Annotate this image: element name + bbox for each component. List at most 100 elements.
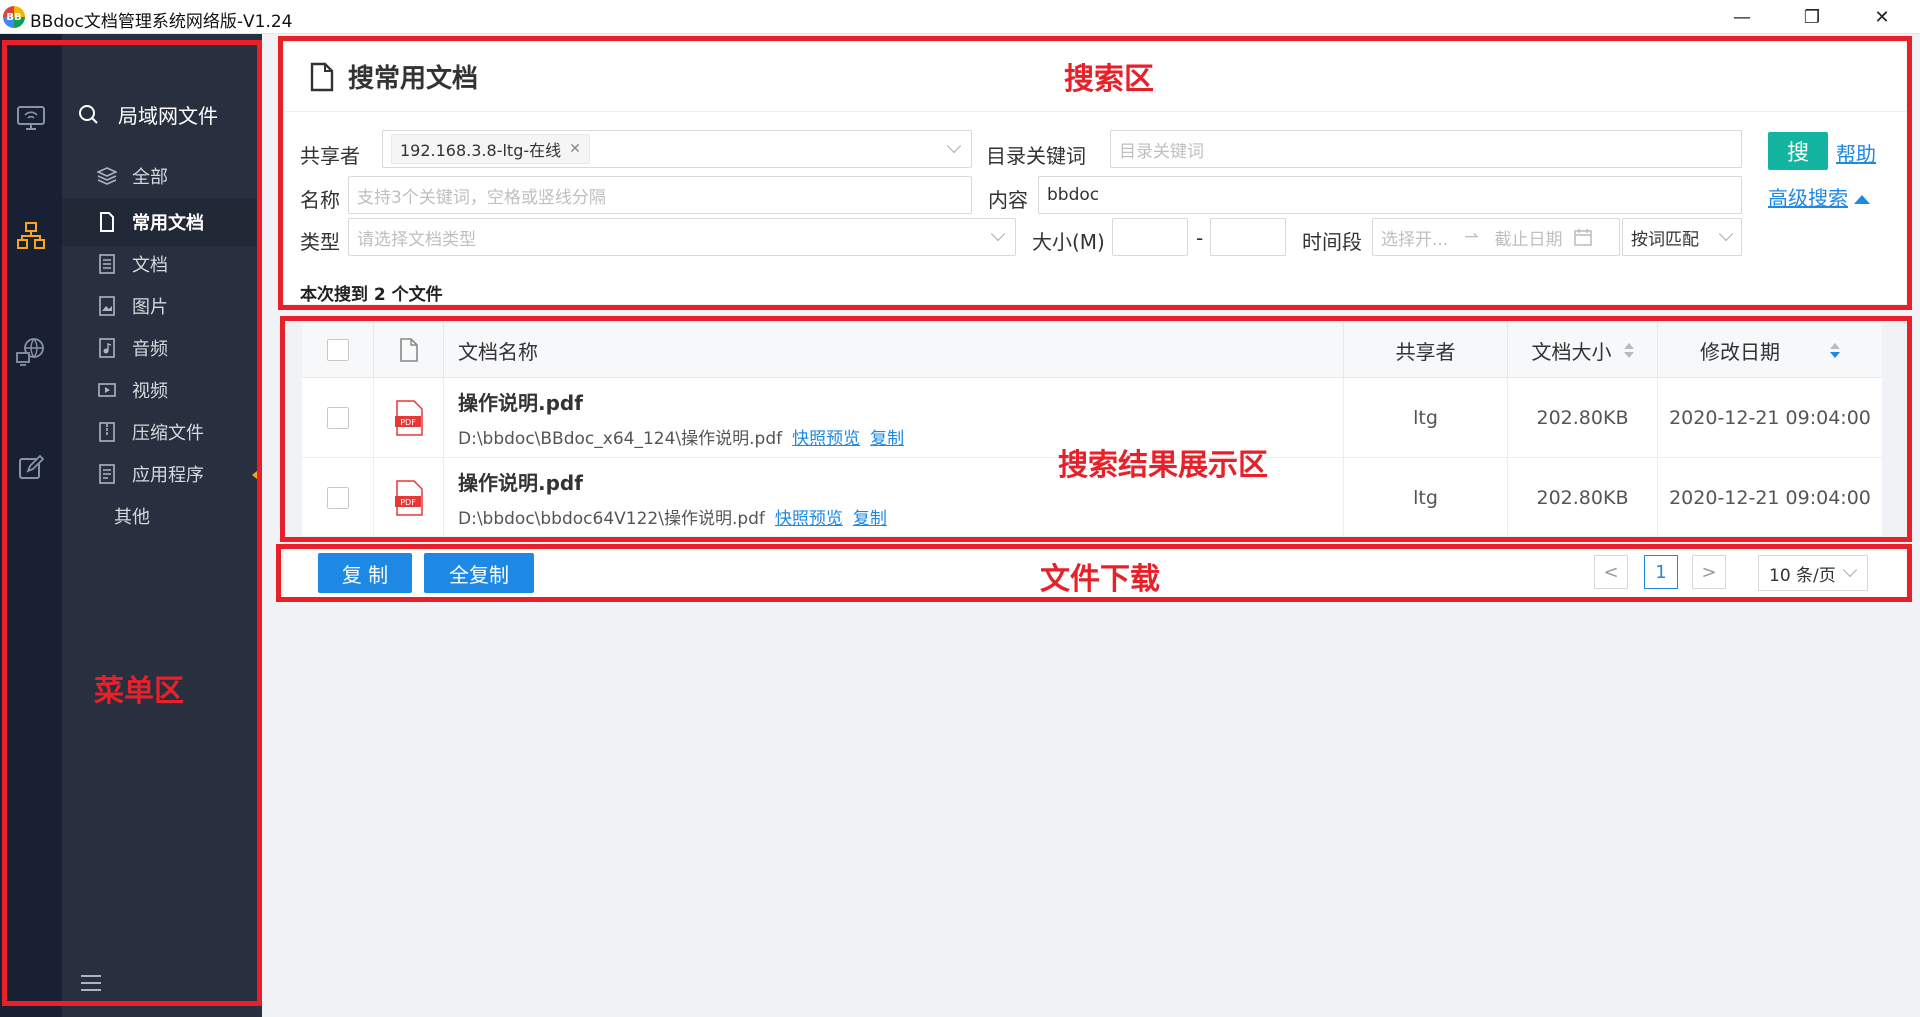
results-area-annotation: 搜索结果展示区 [1058,448,1268,483]
period-label: 时间段 [1302,230,1362,254]
menu-item-documents[interactable]: 文档 [62,240,262,288]
window-title: BBdoc文档管理系统网络版-V1.24 [30,12,293,32]
lan-network-icon[interactable] [8,216,54,256]
file-icon [399,338,418,362]
monitor-icon[interactable] [8,98,54,138]
document-icon [310,62,334,91]
page-number-button[interactable]: 1 [1644,555,1678,589]
type-select[interactable]: 请选择文档类型 [348,218,1016,256]
menu-item-other[interactable]: 其他 [62,492,262,540]
header-file-icon-cell [374,322,444,378]
menu-item-label: 常用文档 [132,213,204,234]
file-name[interactable]: 操作说明.pdf [458,467,583,496]
caret-up-icon [1854,195,1870,204]
menu-item-label: 应用程序 [132,465,204,486]
page-size-select[interactable]: 10 条/页 [1758,555,1868,591]
edit-icon[interactable] [8,448,54,488]
menu-heading-label: 局域网文件 [118,104,218,128]
type-placeholder: 请选择文档类型 [357,229,476,250]
dir-keyword-placeholder: 目录关键词 [1119,141,1204,162]
copy-all-button[interactable]: 全复制 [424,553,534,593]
match-mode-select[interactable]: 按词匹配 [1622,218,1742,256]
column-header-date-label: 修改日期 [1700,339,1780,364]
help-link[interactable]: 帮助 [1836,138,1876,167]
column-header-size[interactable]: 文档大小 [1508,322,1658,378]
menu-item-label: 图片 [132,297,168,318]
copy-link[interactable]: 复制 [870,429,904,449]
header-checkbox-cell [302,322,374,378]
sharer-select[interactable]: 192.168.3.8-ltg-在线 ✕ [382,130,972,168]
date-cell: 2020-12-21 09:04:00 [1669,487,1871,509]
select-all-checkbox[interactable] [326,339,349,361]
sort-desc-icon[interactable] [1830,342,1840,358]
date-cell: 2020-12-21 09:04:00 [1669,407,1871,429]
content-label: 内容 [988,188,1028,212]
menu-item-label: 压缩文件 [132,423,204,444]
sharer-cell: ltg [1344,458,1508,538]
menu-item-label: 其他 [114,507,150,528]
video-file-icon [96,381,118,399]
size-label: 大小(M) [1032,230,1105,254]
chevron-down-icon [1718,226,1734,242]
sharer-label: 共享者 [300,144,360,168]
prev-page-button[interactable]: < [1594,555,1628,589]
menu-item-all[interactable]: 全部 [62,152,262,200]
content-value: bbdoc [1047,185,1100,205]
calendar-icon [1574,229,1593,246]
close-button[interactable]: ✕ [1852,2,1912,32]
row-checkbox[interactable] [326,487,349,509]
menu-item-video[interactable]: 视频 [62,366,262,414]
content-input[interactable]: bbdoc [1038,176,1742,214]
file-path-text: D:\bbdoc\bbdoc64V122\操作说明.pdf [458,509,765,529]
menu-item-archives[interactable]: 压缩文件 [62,408,262,456]
result-count: 本次搜到 2 个文件 [300,285,443,305]
results-table: 文档名称 共享者 文档大小 修改日期 PDF 操作说明.pdf D:\bbdoc… [302,322,1882,538]
menu-heading[interactable]: 局域网文件 [78,100,218,129]
column-header-sharer[interactable]: 共享者 [1344,322,1508,378]
menu-item-frequent-docs[interactable]: 常用文档 [62,198,262,246]
advanced-search-link[interactable]: 高级搜索 [1768,182,1870,211]
chevron-down-icon [946,138,962,154]
file-path-text: D:\bbdoc\BBdoc_x64_124\操作说明.pdf [458,429,783,449]
menu-item-images[interactable]: 图片 [62,282,262,330]
dir-keyword-input[interactable]: 目录关键词 [1110,130,1742,168]
sort-icon[interactable] [1623,342,1634,358]
range-arrow-icon: ⇀ [1464,227,1479,247]
search-icon [79,104,98,124]
column-header-date[interactable]: 修改日期 [1658,322,1882,378]
menu-item-applications[interactable]: 应用程序 [62,450,262,498]
file-path: D:\bbdoc\BBdoc_x64_124\操作说明.pdf 快照预览 复制 [458,424,904,449]
sharer-tag: 192.168.3.8-ltg-在线 ✕ [391,134,590,164]
copy-button[interactable]: 复 制 [318,553,412,593]
name-label: 名称 [300,188,340,212]
menu-item-label: 全部 [132,167,168,188]
remove-tag-icon[interactable]: ✕ [569,141,581,157]
copy-link[interactable]: 复制 [853,509,887,529]
maximize-button[interactable]: ❐ [1782,2,1842,32]
hamburger-menu-icon[interactable] [80,974,102,996]
search-area-annotation: 搜索区 [1064,62,1154,97]
snapshot-preview-link[interactable]: 快照预览 [775,509,843,529]
minimize-button[interactable]: — [1712,2,1772,32]
dir-keyword-label: 目录关键词 [986,144,1086,168]
row-checkbox-cell [302,458,374,538]
menu-item-audio[interactable]: 音频 [62,324,262,372]
internet-share-icon[interactable] [8,332,54,372]
column-header-name[interactable]: 文档名称 [444,322,1344,378]
end-date-placeholder: 截止日期 [1494,229,1563,250]
menu-panel: 局域网文件 全部 常用文档 文档 图片 音频 视频 压缩文件 应用程序 其他 [62,34,262,1017]
size-min-input[interactable] [1112,218,1188,256]
snapshot-preview-link[interactable]: 快照预览 [792,429,860,449]
audio-file-icon [96,338,118,358]
file-path: D:\bbdoc\bbdoc64V122\操作说明.pdf 快照预览 复制 [458,504,887,529]
name-input[interactable]: 支持3个关键词，空格或竖线分隔 [348,176,972,214]
size-max-input[interactable] [1210,218,1286,256]
image-file-icon [96,296,118,316]
next-page-button[interactable]: > [1692,555,1726,589]
menu-collapse-arrow-icon[interactable] [252,467,262,483]
search-button[interactable]: 搜 [1768,132,1828,170]
file-name[interactable]: 操作说明.pdf [458,387,583,416]
date-range-picker[interactable]: 选择开... ⇀ 截止日期 [1372,218,1620,256]
download-area-annotation: 文件下载 [1040,562,1160,597]
row-checkbox[interactable] [326,407,349,429]
